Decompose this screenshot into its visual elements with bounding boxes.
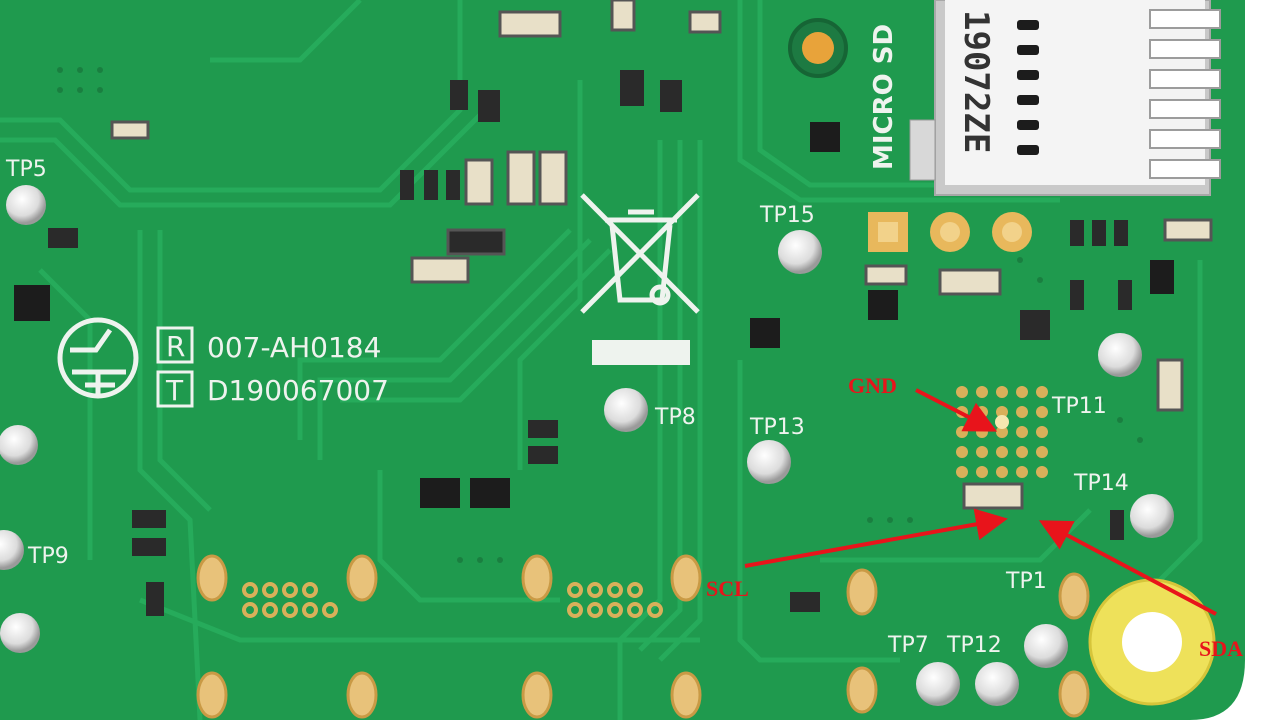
gnd-label: GND xyxy=(848,373,897,398)
pcb-photo: 19072ZE MICRO SD R 007-AH0184 T D1900670… xyxy=(0,0,1280,720)
cert-r-code: 007-AH0184 xyxy=(207,331,381,364)
weee-bar xyxy=(592,340,690,365)
tp11-label: TP11 xyxy=(1051,394,1107,419)
cert-t-letter: T xyxy=(165,374,184,407)
tp5-label: TP5 xyxy=(5,157,47,182)
tp15-label: TP15 xyxy=(759,203,815,228)
tp14-label: TP14 xyxy=(1073,471,1129,496)
cert-t-code: D190067007 xyxy=(207,374,389,407)
micro-sd-label: MICRO SD xyxy=(869,24,899,170)
tp9-label: TP9 xyxy=(27,544,69,569)
pcb-canvas: 19072ZE MICRO SD R 007-AH0184 T D1900670… xyxy=(0,0,1280,720)
tp1-label: TP1 xyxy=(1005,569,1047,594)
tp7-label: TP7 xyxy=(887,633,929,658)
cert-r-letter: R xyxy=(166,330,185,363)
tp8-label: TP8 xyxy=(654,405,696,430)
tp13-label: TP13 xyxy=(749,415,805,440)
mounting-pad-center xyxy=(802,32,834,64)
sda-label: SDA xyxy=(1199,636,1243,661)
board-edge-white xyxy=(1245,0,1280,720)
sd-part-number: 19072ZE xyxy=(956,10,996,153)
gnd-pad-highlight xyxy=(995,415,1009,429)
gold-pads-top xyxy=(868,212,1032,252)
scl-label: SCL xyxy=(706,576,749,601)
tp12-label: TP12 xyxy=(946,633,1002,658)
mounting-hole xyxy=(1088,578,1216,706)
micro-sd-slot: 19072ZE xyxy=(909,0,1221,196)
